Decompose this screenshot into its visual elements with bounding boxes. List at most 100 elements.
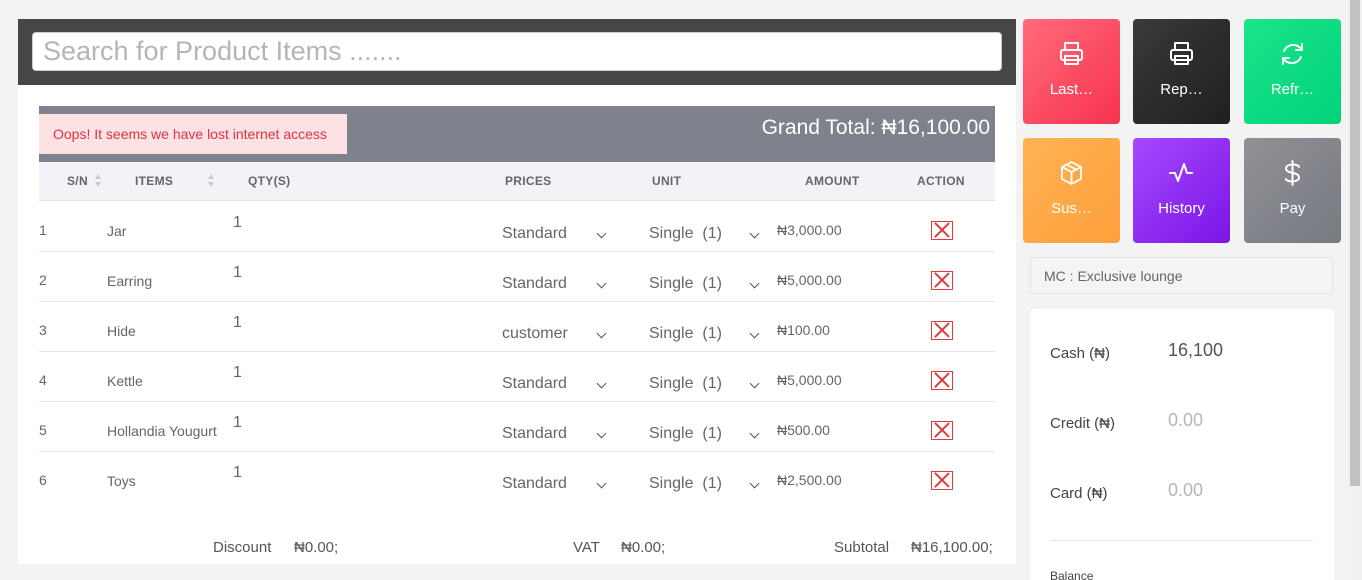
vat-value: ₦0.00; (621, 539, 666, 556)
grand-total-bar: Oops! It seems we have lost internet acc… (39, 106, 995, 162)
header-sn[interactable]: S/N (67, 162, 88, 201)
customer-select[interactable]: MC : Exclusive lounge (1030, 257, 1333, 294)
report-button[interactable]: Rep… (1133, 19, 1230, 124)
refresh-label: Refr… (1270, 81, 1315, 98)
suspend-button[interactable]: Sus… (1023, 138, 1120, 243)
price-value: Standard (502, 425, 567, 442)
unit-select[interactable]: Single (1) (649, 475, 761, 493)
row-item: Earring (107, 273, 153, 289)
price-select[interactable]: Standard (502, 225, 612, 243)
chevron-down-icon (749, 228, 760, 239)
header-unit: UNIT (652, 174, 682, 188)
divider (1050, 540, 1313, 541)
row-item: Hide (107, 323, 136, 339)
subtotal-label: Subtotal (834, 539, 890, 556)
table-row: 3 Hide 1 customer Single (1) ₦100.00 (39, 302, 995, 352)
pay-button[interactable]: Pay (1244, 138, 1341, 243)
grand-total: Grand Total: ₦16,100.00 (761, 116, 990, 139)
chevron-down-icon (749, 378, 760, 389)
product-search-input[interactable] (32, 32, 1002, 71)
report-label: Rep… (1160, 81, 1203, 98)
unit-value: Single (1) (649, 325, 722, 342)
table-header: S/N ITEMS QTY(S) PRICES UNIT AMOUNT ACTI… (39, 162, 995, 201)
unit-select[interactable]: Single (1) (649, 225, 761, 243)
qty-input[interactable]: 1 (233, 464, 242, 482)
unit-value: Single (1) (649, 225, 722, 242)
price-value: Standard (502, 275, 567, 292)
price-value: customer (502, 325, 568, 342)
table-row: 2 Earring 1 Standard Single (1) ₦5,000.0… (39, 252, 995, 302)
page-scrollbar[interactable] (1348, 0, 1362, 580)
qty-input[interactable]: 1 (233, 314, 242, 332)
price-value: Standard (502, 225, 567, 242)
price-select[interactable]: Standard (502, 375, 612, 393)
price-select[interactable]: customer (502, 325, 612, 343)
chevron-down-icon (749, 478, 760, 489)
table-row: 1 Jar 1 Standard Single (1) ₦3,000.00 (39, 202, 995, 252)
sort-icon[interactable] (95, 174, 102, 188)
vat-label: VAT (573, 539, 600, 556)
scrollbar-thumb[interactable] (1350, 0, 1360, 486)
discount-value: ₦0.00; (294, 539, 339, 556)
delete-row-icon[interactable] (931, 321, 953, 340)
chevron-down-icon (596, 228, 607, 239)
row-item: Jar (107, 223, 127, 239)
row-amount: ₦100.00 (777, 322, 830, 338)
unit-select[interactable]: Single (1) (649, 425, 761, 443)
unit-select[interactable]: Single (1) (649, 275, 761, 293)
card-label: Card (₦) (1050, 485, 1108, 502)
refresh-button[interactable]: Refr… (1244, 19, 1341, 124)
chevron-down-icon (749, 428, 760, 439)
last-receipt-label: Last… (1049, 81, 1094, 98)
card-input[interactable]: 0.00 (1168, 480, 1203, 501)
delete-row-icon[interactable] (931, 271, 953, 290)
row-sn: 5 (39, 422, 47, 438)
delete-row-icon[interactable] (931, 221, 953, 240)
chevron-down-icon (749, 278, 760, 289)
unit-select[interactable]: Single (1) (649, 375, 761, 393)
sort-icon[interactable] (208, 174, 215, 188)
header-qty: QTY(S) (248, 174, 291, 188)
history-label: History (1158, 200, 1205, 217)
last-receipt-button[interactable]: Last… (1023, 19, 1120, 124)
credit-input[interactable]: 0.00 (1168, 410, 1203, 431)
unit-select[interactable]: Single (1) (649, 325, 761, 343)
delete-row-icon[interactable] (931, 471, 953, 490)
suspend-label: Sus… (1051, 200, 1092, 217)
row-amount: ₦5,000.00 (777, 272, 842, 288)
table-row: 4 Kettle 1 Standard Single (1) ₦5,000.00 (39, 352, 995, 402)
price-select[interactable]: Standard (502, 475, 612, 493)
refresh-icon (1282, 43, 1303, 65)
row-item: Hollandia Yougurt (107, 423, 217, 439)
cash-label: Cash (₦) (1050, 345, 1111, 362)
subtotal-value: ₦16,100.00; (911, 539, 993, 556)
header-action: ACTION (917, 174, 965, 188)
row-sn: 1 (39, 222, 47, 238)
header-amount: AMOUNT (805, 174, 860, 188)
delete-row-icon[interactable] (931, 371, 953, 390)
price-value: Standard (502, 375, 567, 392)
chevron-down-icon (596, 328, 607, 339)
offline-alert: Oops! It seems we have lost internet acc… (39, 114, 347, 154)
unit-value: Single (1) (649, 425, 722, 442)
row-amount: ₦3,000.00 (777, 222, 842, 238)
delete-row-icon[interactable] (931, 421, 953, 440)
pay-label: Pay (1279, 200, 1306, 217)
row-sn: 2 (39, 272, 47, 288)
qty-input[interactable]: 1 (233, 214, 242, 232)
history-button[interactable]: History (1133, 138, 1230, 243)
cash-input[interactable]: 16,100 (1168, 340, 1223, 361)
dollar-icon (1284, 160, 1301, 186)
qty-input[interactable]: 1 (233, 264, 242, 282)
table-row: 6 Toys 1 Standard Single (1) ₦2,500.00 (39, 452, 995, 502)
unit-value: Single (1) (649, 375, 722, 392)
price-value: Standard (502, 475, 567, 492)
qty-input[interactable]: 1 (233, 414, 242, 432)
activity-icon (1169, 163, 1193, 182)
price-select[interactable]: Standard (502, 275, 612, 293)
qty-input[interactable]: 1 (233, 364, 242, 382)
price-select[interactable]: Standard (502, 425, 612, 443)
row-amount: ₦500.00 (777, 422, 830, 438)
header-items[interactable]: ITEMS (135, 162, 173, 201)
unit-value: Single (1) (649, 475, 722, 492)
